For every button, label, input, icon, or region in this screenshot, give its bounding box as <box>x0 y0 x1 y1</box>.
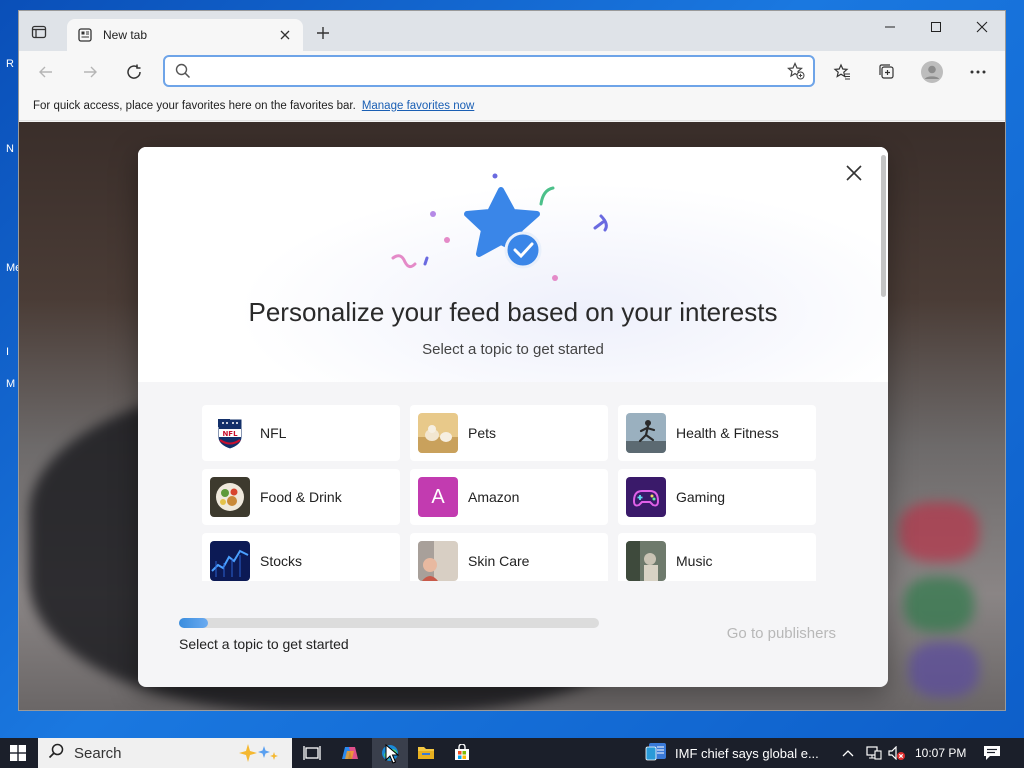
address-bar[interactable] <box>163 55 815 87</box>
topic-label: Health & Fitness <box>676 425 779 441</box>
address-input[interactable] <box>199 61 779 81</box>
favorites-icon[interactable] <box>829 59 855 85</box>
maximize-button[interactable] <box>913 11 959 43</box>
stocks-photo-icon <box>210 541 250 581</box>
copilot-icon[interactable] <box>340 743 360 763</box>
new-tab-page-background: Personalize your feed based on your inte… <box>19 122 1005 710</box>
task-view-icon[interactable] <box>302 743 322 763</box>
collections-icon[interactable] <box>874 59 900 85</box>
topic-music[interactable]: Music <box>618 533 816 581</box>
topic-nfl[interactable]: NFL NFL <box>202 405 400 461</box>
pets-photo-icon <box>418 413 458 453</box>
new-tab-button[interactable] <box>313 23 333 43</box>
progress-bar-fill <box>179 618 209 628</box>
navigation-toolbar <box>19 51 1005 91</box>
search-icon <box>175 63 191 84</box>
go-to-publishers-button[interactable]: Go to publishers <box>727 625 836 642</box>
topic-gaming[interactable]: Gaming <box>618 469 816 525</box>
close-window-button[interactable] <box>959 11 1005 43</box>
progress-label: Select a topic to get started <box>179 636 349 652</box>
favorites-bar-message: For quick access, place your favorites h… <box>33 99 356 112</box>
topic-label: Amazon <box>468 489 520 505</box>
close-tab-icon[interactable] <box>277 27 293 43</box>
topic-label: Gaming <box>676 489 726 505</box>
tab-new-tab[interactable]: New tab <box>67 19 303 51</box>
taskbar: Search IMF chief says global e... 10:07 … <box>0 738 1024 768</box>
file-explorer-icon[interactable] <box>416 743 436 763</box>
topic-label: Skin Care <box>468 553 530 569</box>
store-icon[interactable] <box>452 743 472 763</box>
desktop-icon-label: N <box>6 143 14 155</box>
browser-window: New tab For quick access, place your fav… <box>18 10 1006 711</box>
star-check-illustration <box>391 173 608 281</box>
personalize-feed-dialog: Personalize your feed based on your inte… <box>138 147 888 687</box>
manage-favorites-link[interactable]: Manage favorites now <box>362 100 475 112</box>
topic-label: NFL <box>260 425 287 441</box>
topic-label: Pets <box>468 425 497 441</box>
topic-amazon[interactable]: A Amazon <box>410 469 608 525</box>
topic-skin-care[interactable]: Skin Care <box>410 533 608 581</box>
topic-stocks[interactable]: Stocks <box>202 533 400 581</box>
music-photo-icon <box>626 541 666 581</box>
refresh-button[interactable] <box>121 59 147 85</box>
desktop-icon-label: M <box>6 378 16 390</box>
taskbar-search-label: Search <box>74 744 122 762</box>
more-options-icon[interactable] <box>965 59 991 85</box>
volume-muted-icon[interactable] <box>888 738 906 768</box>
dialog-subtitle: Select a topic to get started <box>422 341 604 358</box>
mouse-cursor-icon <box>385 744 399 764</box>
topic-label: Music <box>676 553 713 569</box>
news-icon <box>645 742 667 765</box>
tab-title: New tab <box>103 28 148 42</box>
start-button[interactable] <box>0 738 36 768</box>
favorites-bar: For quick access, place your favorites h… <box>19 91 1005 121</box>
progress-bar <box>179 618 599 628</box>
add-favorite-icon[interactable] <box>787 62 805 85</box>
desktop-icon-label: R <box>6 58 14 70</box>
topic-pets[interactable]: Pets <box>410 405 608 461</box>
network-icon[interactable] <box>866 738 882 768</box>
dialog-title: Personalize your feed based on your inte… <box>248 297 778 327</box>
gaming-photo-icon <box>626 477 666 517</box>
sparkle-icon <box>236 742 280 768</box>
nfl-logo-icon: NFL <box>210 413 250 453</box>
new-tab-page-icon <box>77 27 93 43</box>
search-icon <box>48 743 64 763</box>
svg-text:NFL: NFL <box>222 430 238 438</box>
title-bar: New tab <box>19 11 1005 51</box>
taskbar-search-box[interactable]: Search <box>38 738 292 768</box>
food-photo-icon <box>210 477 250 517</box>
tab-actions-icon[interactable] <box>29 22 49 42</box>
amazon-letter-icon: A <box>418 477 458 517</box>
topic-label: Stocks <box>260 553 303 569</box>
news-widget[interactable]: IMF chief says global e... <box>645 738 819 768</box>
desktop-icon-label: I <box>6 346 10 358</box>
forward-button[interactable] <box>77 59 103 85</box>
dialog-scrollbar[interactable] <box>881 155 886 297</box>
close-dialog-icon[interactable] <box>842 161 866 185</box>
notifications-icon[interactable] <box>983 738 1001 768</box>
topic-food-drink[interactable]: Food & Drink <box>202 469 400 525</box>
clock[interactable]: 10:07 PM <box>915 738 966 768</box>
skincare-photo-icon <box>418 541 458 581</box>
profile-avatar[interactable] <box>919 59 945 85</box>
minimize-button[interactable] <box>867 11 913 43</box>
show-hidden-icons[interactable] <box>842 738 854 768</box>
health-photo-icon <box>626 413 666 453</box>
topic-health-fitness[interactable]: Health & Fitness <box>618 405 816 461</box>
back-button[interactable] <box>33 59 59 85</box>
news-headline: IMF chief says global e... <box>675 745 819 761</box>
topic-grid: NFL NFL Pets Health & Fitness Food & Dri… <box>202 405 822 581</box>
topic-label: Food & Drink <box>260 489 342 505</box>
